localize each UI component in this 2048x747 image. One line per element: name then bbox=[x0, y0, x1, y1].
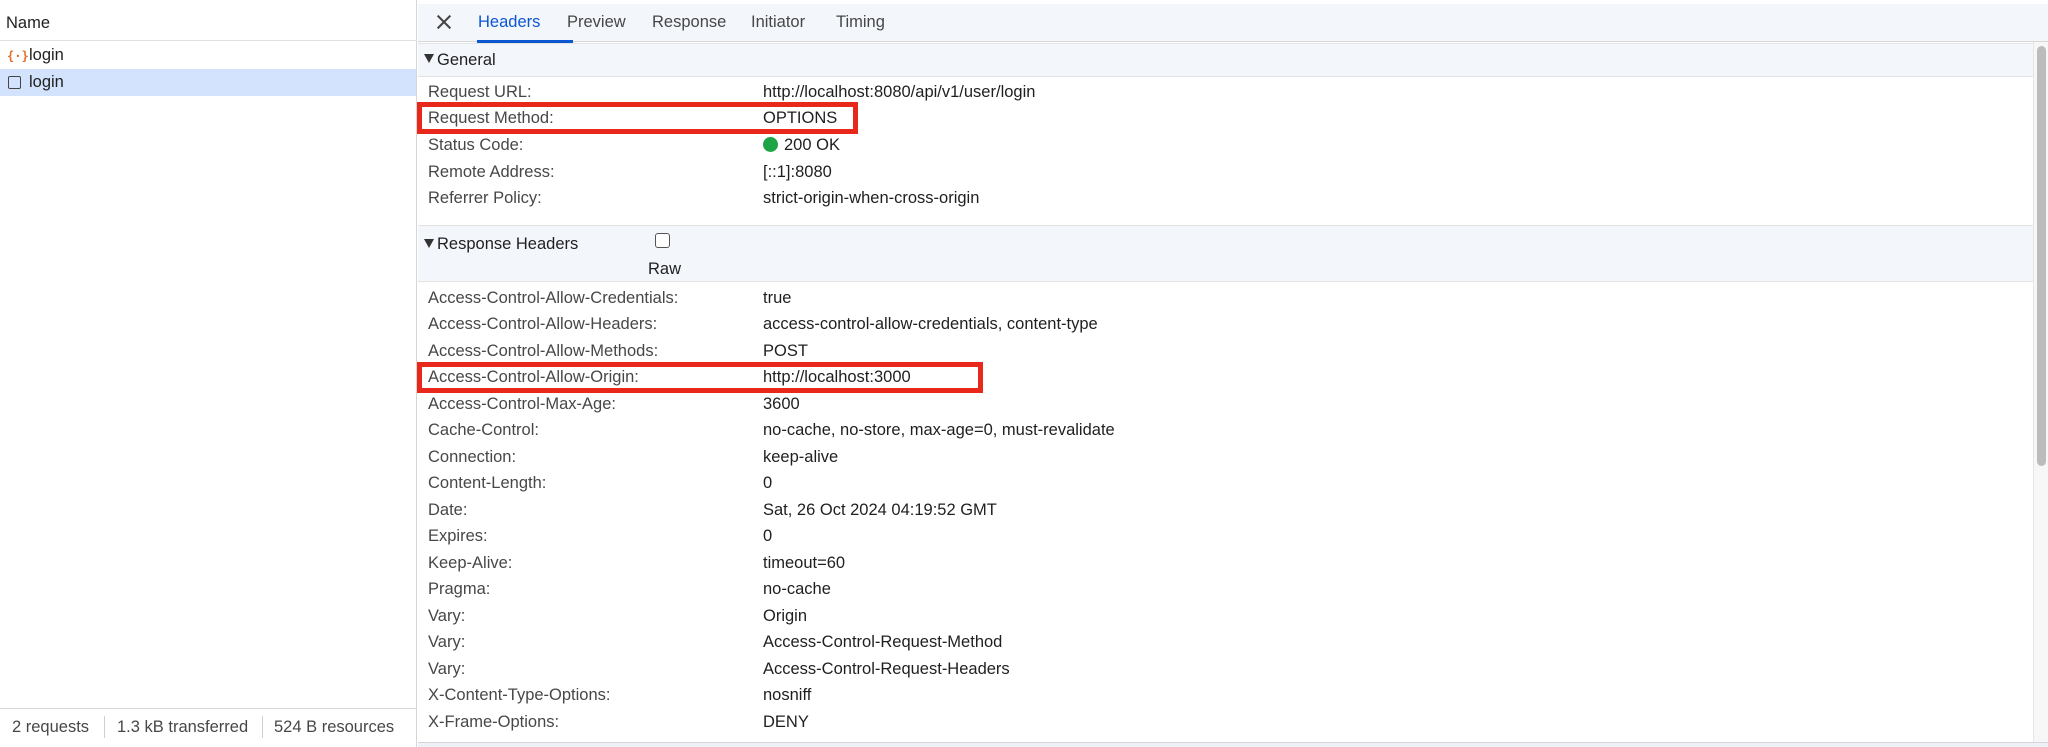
header-key: Date: bbox=[428, 501, 468, 519]
header-value[interactable]: no-cache, no-store, max-age=0, must-reva… bbox=[763, 421, 1115, 440]
header-row: Remote Address: [::1]:8080 bbox=[418, 160, 2033, 186]
footer-divider bbox=[104, 716, 105, 738]
header-key: Content-Length: bbox=[428, 474, 547, 492]
header-row: Access-Control-Allow-Credentials: true bbox=[418, 286, 2033, 312]
raw-checkbox-label[interactable]: Raw bbox=[648, 260, 681, 279]
header-key: Connection: bbox=[428, 448, 517, 466]
general-section-header[interactable]: General bbox=[418, 43, 2033, 77]
header-row: Referrer Policy: strict-origin-when-cros… bbox=[418, 186, 2033, 212]
header-value[interactable]: strict-origin-when-cross-origin bbox=[763, 189, 979, 208]
section-title: General bbox=[437, 51, 496, 69]
request-row[interactable]: {·} login bbox=[0, 42, 416, 69]
request-details-panel: Headers Preview Response Initiator Timin… bbox=[417, 0, 2048, 747]
header-key: Keep-Alive: bbox=[428, 554, 513, 572]
tab-headers[interactable]: Headers bbox=[478, 13, 540, 32]
header-row: Pragma: no-cache bbox=[418, 577, 2033, 603]
xhr-icon: {·} bbox=[7, 49, 29, 63]
scrollbar-thumb[interactable] bbox=[2037, 46, 2046, 466]
close-icon[interactable] bbox=[434, 12, 454, 32]
collapse-triangle-icon bbox=[424, 54, 434, 63]
status-footer: 2 requests 1.3 kB transferred 524 B reso… bbox=[0, 708, 416, 747]
header-value[interactable]: true bbox=[763, 289, 791, 308]
header-value[interactable]: Origin bbox=[763, 607, 807, 626]
header-value[interactable]: keep-alive bbox=[763, 448, 838, 467]
header-value[interactable]: 3600 bbox=[763, 395, 800, 414]
header-value[interactable]: timeout=60 bbox=[763, 554, 845, 573]
header-key: Access-Control-Allow-Methods: bbox=[428, 342, 659, 360]
header-value[interactable]: nosniff bbox=[763, 686, 811, 705]
resources-size: 524 B resources bbox=[274, 718, 395, 736]
request-list-panel: Name {·} login login 2 requests 1.3 kB t… bbox=[0, 0, 417, 747]
header-value[interactable]: DENY bbox=[763, 713, 809, 732]
tab-initiator[interactable]: Initiator bbox=[751, 13, 805, 32]
header-key: Pragma: bbox=[428, 580, 491, 598]
document-icon bbox=[8, 76, 21, 89]
name-column-label: Name bbox=[6, 14, 51, 32]
header-key: Access-Control-Allow-Credentials: bbox=[428, 289, 679, 307]
header-value[interactable]: 0 bbox=[763, 474, 772, 493]
header-value[interactable]: access-control-allow-credentials, conten… bbox=[763, 315, 1098, 334]
footer-divider bbox=[262, 716, 263, 738]
header-key: Vary: bbox=[428, 607, 466, 625]
highlight-box bbox=[417, 102, 858, 134]
header-key: Access-Control-Max-Age: bbox=[428, 395, 616, 413]
header-row: X-Content-Type-Options: nosniff bbox=[418, 683, 2033, 709]
header-key: Remote Address: bbox=[428, 163, 555, 181]
header-key: Request URL: bbox=[428, 83, 532, 101]
header-key: Referrer Policy: bbox=[428, 189, 542, 207]
header-row: Expires: 0 bbox=[418, 524, 2033, 550]
tab-response[interactable]: Response bbox=[652, 13, 726, 32]
header-value[interactable]: Sat, 26 Oct 2024 04:19:52 GMT bbox=[763, 501, 997, 520]
header-row: X-Frame-Options: DENY bbox=[418, 710, 2033, 736]
header-key: Access-Control-Allow-Headers: bbox=[428, 315, 658, 333]
header-value[interactable]: Access-Control-Request-Method bbox=[763, 633, 1002, 652]
header-value[interactable]: 200 OK bbox=[763, 136, 840, 155]
header-row: Cache-Control: no-cache, no-store, max-a… bbox=[418, 418, 2033, 444]
section-title: Response Headers bbox=[437, 235, 579, 253]
details-tabbar: Headers Preview Response Initiator Timin… bbox=[418, 4, 2048, 43]
header-row: Vary: Origin bbox=[418, 604, 2033, 630]
tab-timing[interactable]: Timing bbox=[836, 13, 885, 32]
raw-checkbox[interactable] bbox=[655, 233, 670, 248]
header-row: Date: Sat, 26 Oct 2024 04:19:52 GMT bbox=[418, 498, 2033, 524]
status-code-text: 200 OK bbox=[784, 136, 840, 154]
request-count: 2 requests bbox=[12, 718, 90, 736]
request-name: login bbox=[29, 46, 64, 64]
header-key: Vary: bbox=[428, 660, 466, 678]
response-headers-section-header[interactable]: Response Headers Raw bbox=[418, 225, 2033, 282]
header-key: X-Content-Type-Options: bbox=[428, 686, 611, 704]
request-row-selected[interactable]: login bbox=[0, 69, 416, 96]
header-value[interactable]: no-cache bbox=[763, 580, 831, 599]
header-row: Status Code: 200 OK bbox=[418, 133, 2033, 159]
status-ok-icon bbox=[763, 137, 778, 152]
transferred-size: 1.3 kB transferred bbox=[117, 718, 249, 736]
header-row: Vary: Access-Control-Request-Headers bbox=[418, 657, 2033, 683]
request-name: login bbox=[29, 73, 64, 91]
header-key: Vary: bbox=[428, 633, 466, 651]
tab-preview[interactable]: Preview bbox=[567, 13, 626, 32]
header-row: Keep-Alive: timeout=60 bbox=[418, 551, 2033, 577]
name-column-header[interactable]: Name bbox=[0, 8, 417, 41]
header-value[interactable]: [::1]:8080 bbox=[763, 163, 832, 182]
header-key: X-Frame-Options: bbox=[428, 713, 560, 731]
header-value[interactable]: Access-Control-Request-Headers bbox=[763, 660, 1010, 679]
header-key: Cache-Control: bbox=[428, 421, 539, 439]
header-row: Access-Control-Allow-Headers: access-con… bbox=[418, 312, 2033, 338]
highlight-box bbox=[417, 362, 983, 393]
header-row: Content-Length: 0 bbox=[418, 471, 2033, 497]
header-value[interactable]: 0 bbox=[763, 527, 772, 546]
header-row: Vary: Access-Control-Request-Method bbox=[418, 630, 2033, 656]
bottom-edge bbox=[418, 742, 2048, 747]
header-key: Status Code: bbox=[428, 136, 524, 154]
vertical-scrollbar[interactable] bbox=[2033, 42, 2048, 747]
collapse-triangle-icon bbox=[424, 239, 434, 248]
header-row: Connection: keep-alive bbox=[418, 445, 2033, 471]
header-row: Access-Control-Max-Age: 3600 bbox=[418, 392, 2033, 418]
header-key: Expires: bbox=[428, 527, 488, 545]
header-value[interactable]: http://localhost:8080/api/v1/user/login bbox=[763, 83, 1035, 102]
header-value[interactable]: POST bbox=[763, 342, 808, 361]
